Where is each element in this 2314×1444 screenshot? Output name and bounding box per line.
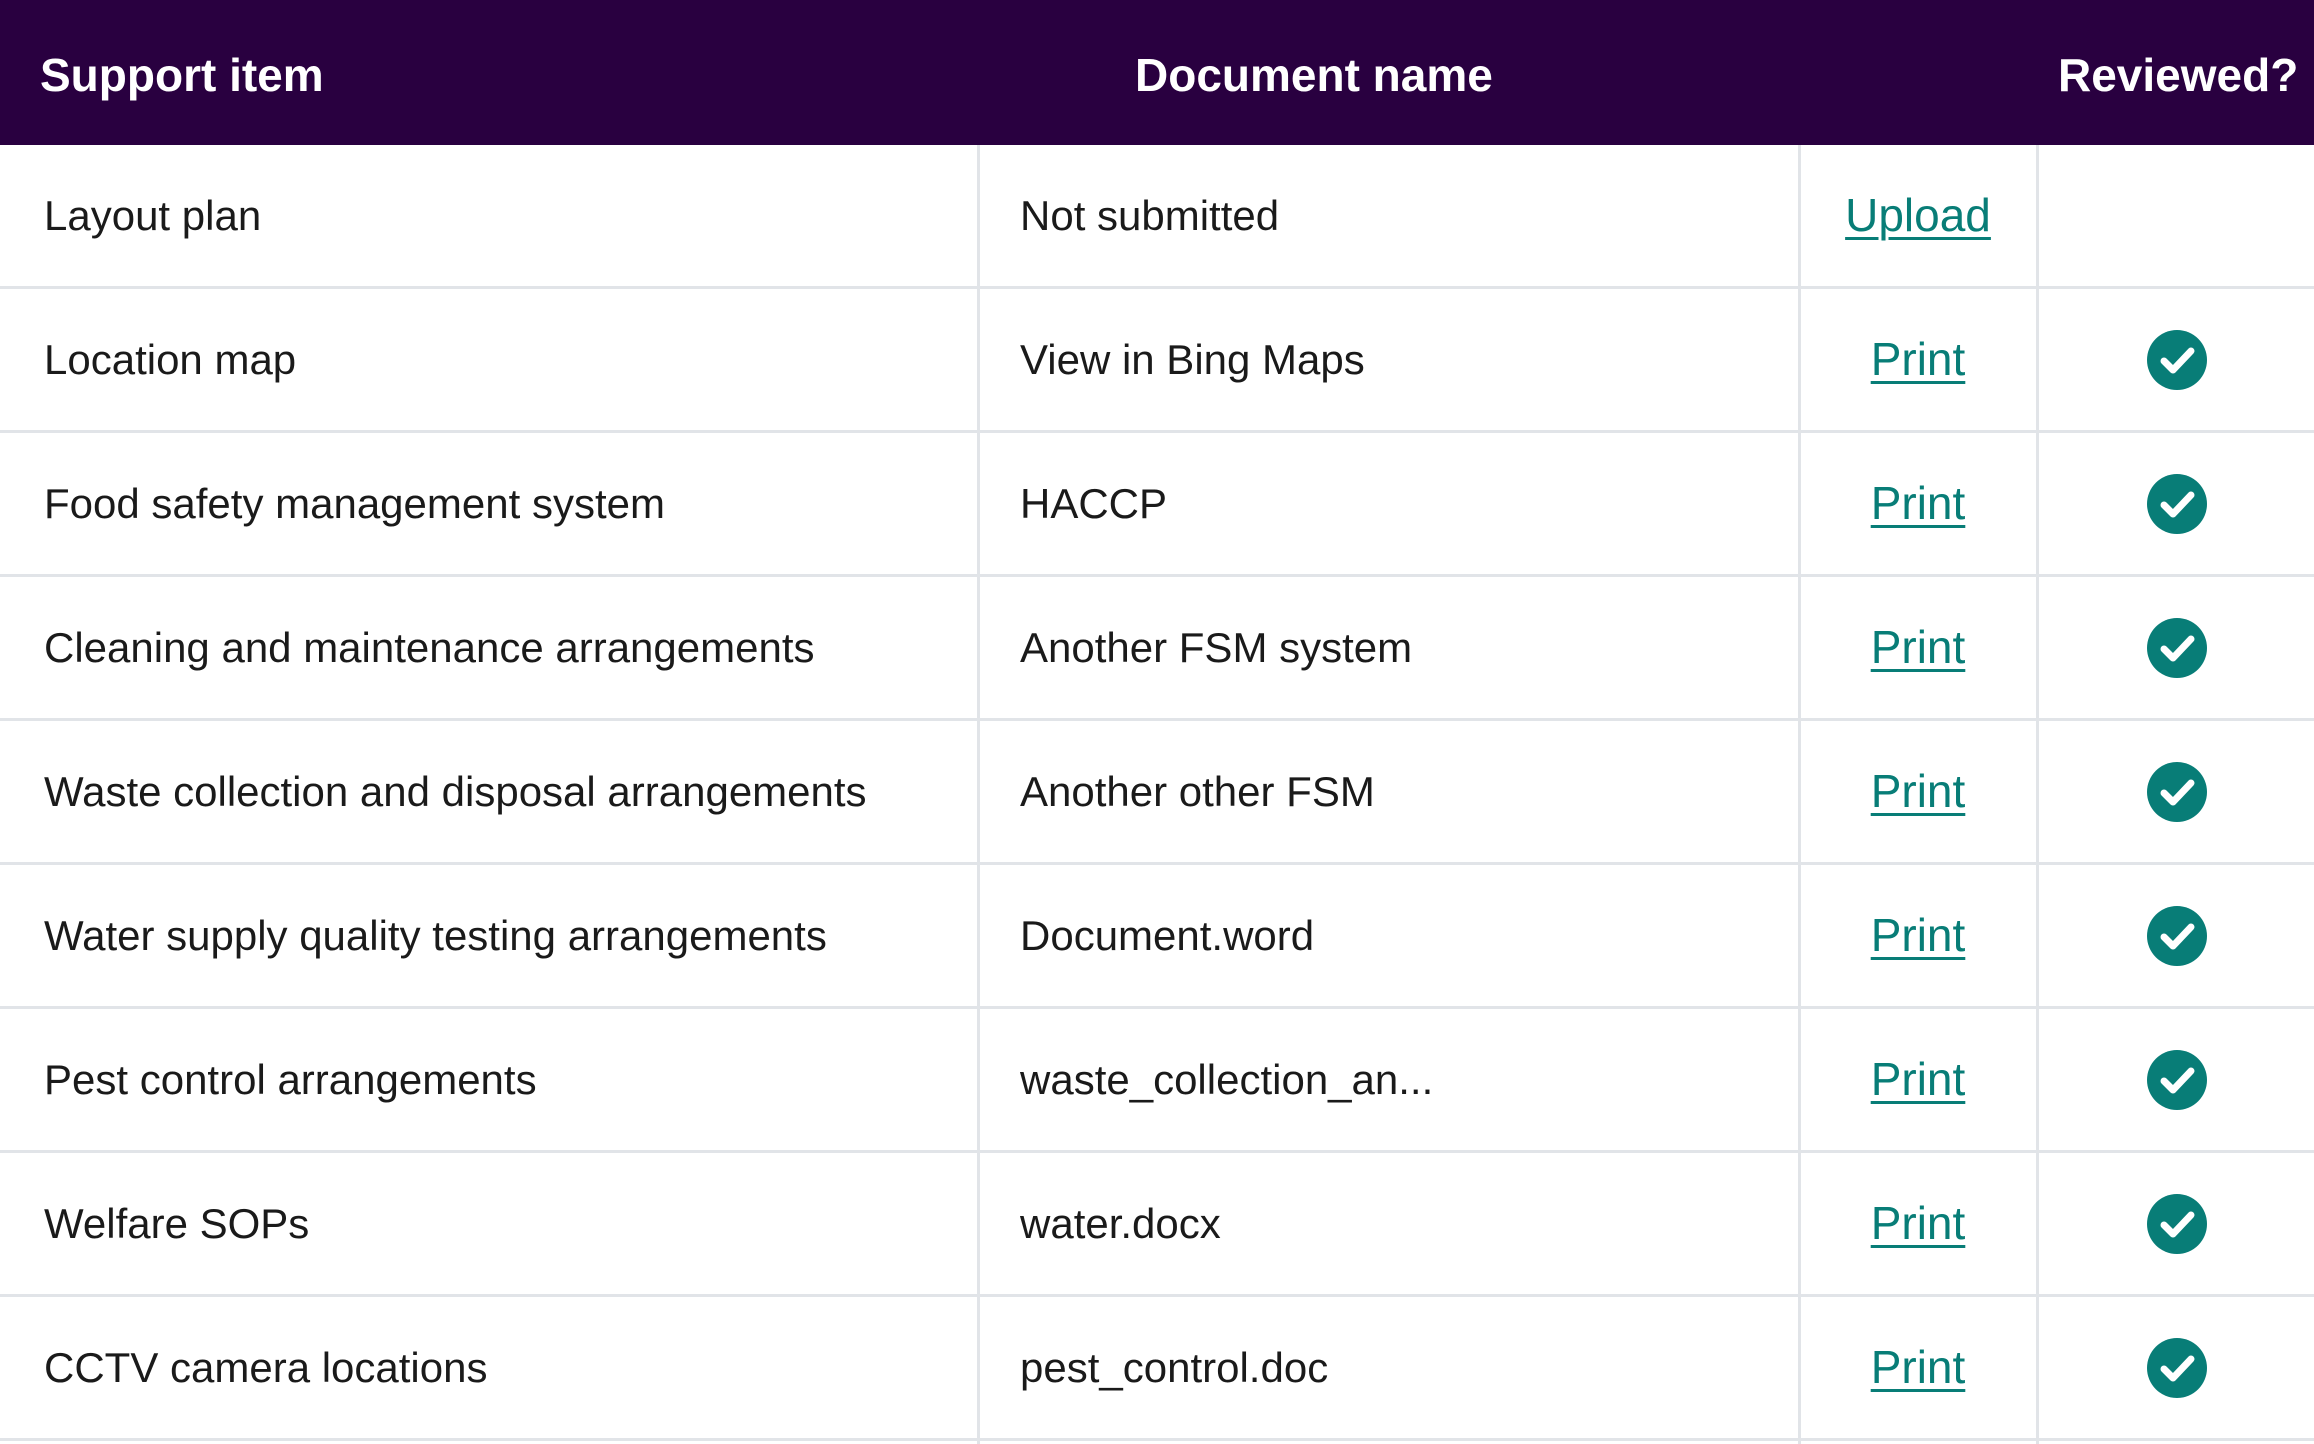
check-circle-icon: [2147, 905, 2207, 966]
documents-table: Support item Document name Reviewed? Lay…: [0, 0, 2314, 1444]
support-item-cell: Waste collection and disposal arrangemen…: [44, 768, 867, 815]
column-divider: [1798, 145, 1801, 1444]
table-header: Support item Document name Reviewed?: [0, 0, 2314, 145]
reviewed-cell: [2040, 865, 2314, 1006]
upload-link[interactable]: Upload: [1800, 145, 2036, 286]
document-name-cell: water.docx: [1020, 1200, 1221, 1247]
document-name-cell: View in Bing Maps: [1020, 336, 1365, 383]
reviewed-cell: [2040, 289, 2314, 430]
check-circle-icon: [2147, 329, 2207, 390]
column-divider: [977, 145, 980, 1444]
table-row: Cleaning and maintenance arrangements Ano…: [0, 577, 2314, 721]
document-name-cell: HACCP: [1020, 480, 1168, 527]
document-name-cell: pest_control.doc: [1020, 1344, 1329, 1391]
print-link[interactable]: Print: [1800, 721, 2036, 862]
check-circle-icon: [2147, 617, 2207, 678]
document-name-cell: Document.word: [1020, 912, 1315, 959]
table-row: Location map View in Bing Maps Print: [0, 289, 2314, 433]
check-circle-icon: [2147, 473, 2207, 534]
reviewed-cell: [2040, 721, 2314, 862]
check-circle-icon: [2147, 1193, 2207, 1254]
support-item-cell: Cleaning and maintenance arrangements: [44, 624, 815, 671]
document-name-cell: Another other FSM: [1020, 768, 1375, 815]
support-item-cell: Water supply quality testing arrangement…: [44, 912, 827, 959]
check-circle-icon: [2147, 1049, 2207, 1110]
table-row: CCTV camera locations pest_control.doc Pri…: [0, 1297, 2314, 1441]
document-name-cell: Not submitted: [1020, 192, 1280, 239]
header-support-item: Support item: [40, 49, 324, 101]
print-link[interactable]: Print: [1800, 433, 2036, 574]
document-name-cell: Another FSM system: [1020, 624, 1413, 671]
table-row: Layout plan Not submitted Upload: [0, 145, 2314, 289]
check-circle-icon: [2147, 761, 2207, 822]
print-link[interactable]: Print: [1800, 289, 2036, 430]
support-item-cell: Location map: [44, 336, 297, 383]
support-item-cell: Welfare SOPs: [44, 1200, 310, 1247]
column-divider: [2036, 145, 2039, 1444]
table-row: Welfare SOPs water.docx Print: [0, 1153, 2314, 1297]
header-document-name: Document name: [1135, 49, 1493, 101]
print-link[interactable]: Print: [1800, 865, 2036, 1006]
print-link[interactable]: Print: [1800, 577, 2036, 718]
support-item-cell: Food safety management system: [44, 480, 665, 527]
header-reviewed: Reviewed?: [2058, 49, 2299, 101]
support-item-cell: CCTV camera locations: [44, 1344, 488, 1391]
reviewed-cell: [2040, 1153, 2314, 1294]
support-item-cell: Layout plan: [44, 192, 262, 239]
table-row: Waste collection and disposal arrangemen…: [0, 721, 2314, 865]
table-row: Pest control arrangements waste_collectio…: [0, 1009, 2314, 1153]
table-row: Water supply quality testing arrangement…: [0, 865, 2314, 1009]
reviewed-cell: [2040, 577, 2314, 718]
check-circle-icon: [2147, 1337, 2207, 1398]
document-name-cell: waste_collection_an...: [1020, 1056, 1434, 1103]
print-link[interactable]: Print: [1800, 1009, 2036, 1150]
table-row: Food safety management system HACCP Print: [0, 433, 2314, 577]
reviewed-cell: [2040, 145, 2314, 286]
print-link[interactable]: Print: [1800, 1297, 2036, 1438]
reviewed-cell: [2040, 1297, 2314, 1438]
reviewed-cell: [2040, 1009, 2314, 1150]
support-item-cell: Pest control arrangements: [44, 1056, 537, 1103]
print-link[interactable]: Print: [1800, 1153, 2036, 1294]
reviewed-cell: [2040, 433, 2314, 574]
